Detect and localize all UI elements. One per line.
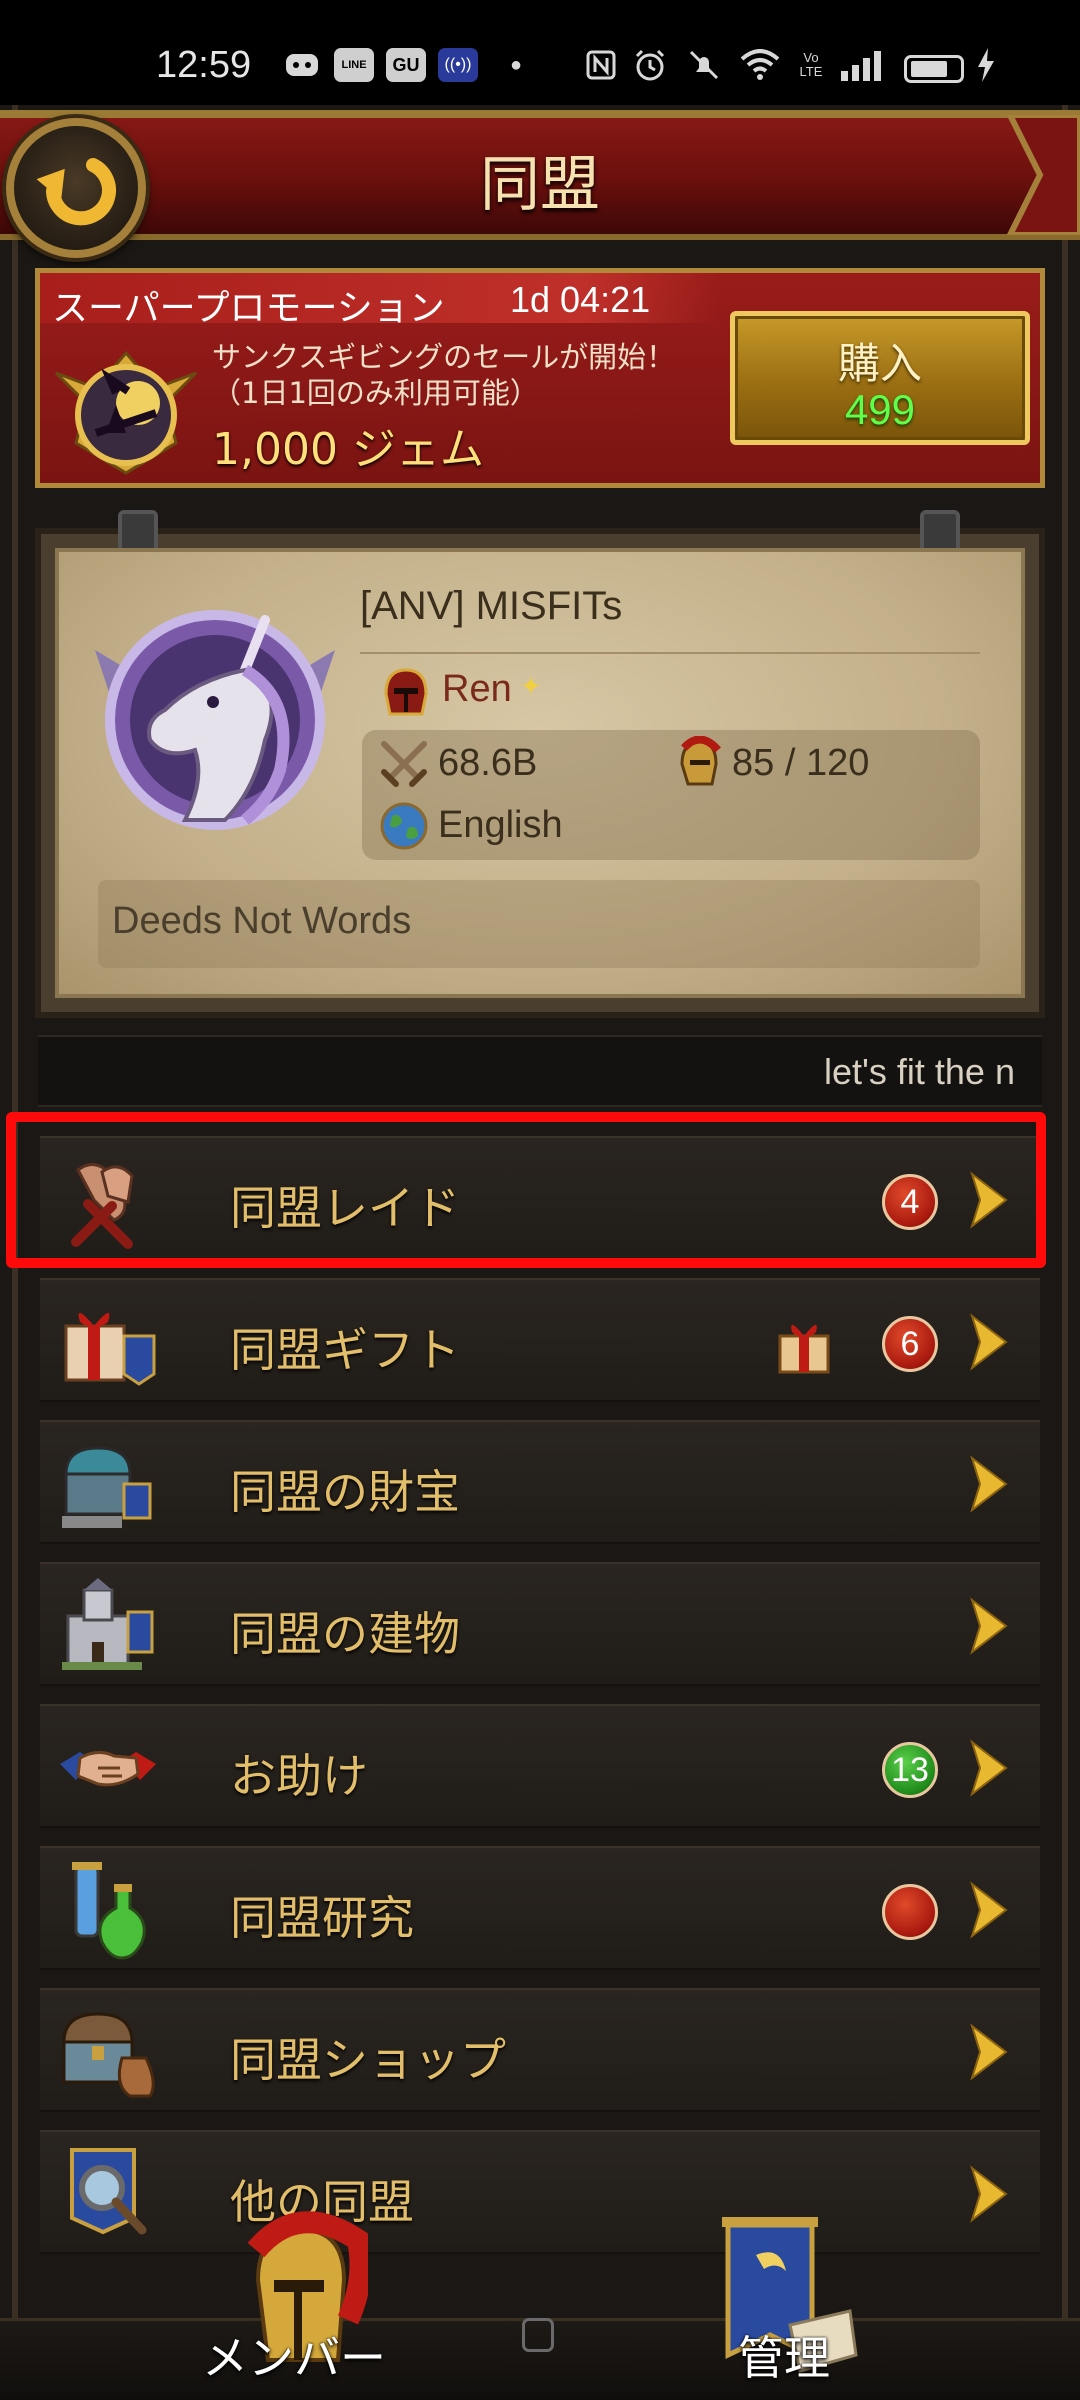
status-time: 12:59: [156, 44, 252, 86]
announcement-ticker[interactable]: let's fit the n: [38, 1035, 1042, 1107]
banner-magnifier-icon: [70, 2148, 147, 2235]
dot-icon: ●: [509, 53, 523, 76]
chevron-right-icon: [970, 1597, 1008, 1655]
highlight-box: [6, 1112, 1046, 1268]
menu-label: お助け: [230, 1749, 368, 1803]
promo-header: スーパープロモーション 1d 04:21: [40, 273, 720, 329]
status-bar: 12:59 LINE GU ((•)) ● Vo LTE: [0, 0, 1080, 105]
promo-description: サンクスギビングのセールが開始！（1日1回のみ利用可能）: [212, 340, 676, 410]
menu-item-alliance-gift[interactable]: 同盟ギフト 6: [40, 1278, 1040, 1402]
home-indicator[interactable]: [522, 2318, 554, 2352]
promo-timer: 1d 04:21: [510, 279, 651, 320]
alliance-members: 85 / 120: [732, 742, 870, 784]
notification-dot: [882, 1884, 938, 1940]
chevron-right-icon: [970, 1739, 1008, 1797]
promotion-banner[interactable]: スーパープロモーション 1d 04:21 サンクスギビングのセールが開始！（1日…: [35, 268, 1045, 488]
gift-box-icon: [64, 1312, 156, 1386]
volte-icon: Vo LTE: [799, 50, 823, 79]
notification-badge: 6: [882, 1316, 938, 1372]
members-tab[interactable]: メンバー: [202, 2322, 386, 2388]
menu-item-alliance-treasure[interactable]: 同盟の財宝: [40, 1420, 1040, 1544]
witch-emblem-icon: [54, 350, 198, 475]
title-flag-ornament: [1006, 115, 1080, 235]
shop-chest-icon: [62, 2012, 155, 2098]
alliance-name: [ANV] MISFITs: [360, 584, 623, 628]
alliance-motto: Deeds Not Words: [112, 900, 412, 942]
promo-gems: 1,000 ジェム: [212, 424, 484, 475]
battery-icon: [904, 55, 964, 83]
chevron-right-icon: [970, 2023, 1008, 2081]
wifi-icon: [740, 48, 780, 82]
potion-flask-icon: [72, 1862, 146, 1960]
gift-icon: [778, 1324, 830, 1374]
crossed-swords-icon: [381, 741, 427, 787]
nfc-icon: [584, 48, 618, 82]
leader-name[interactable]: Ren: [442, 668, 512, 711]
alliance-language: English: [438, 804, 563, 846]
manage-tab[interactable]: 管理: [738, 2322, 830, 2388]
menu-label: 同盟ギフト: [230, 1323, 460, 1377]
charging-icon: [974, 48, 998, 82]
leader-helmet-icon: [384, 668, 428, 716]
back-arrow-icon: [36, 158, 116, 226]
discord-icon: [284, 48, 320, 82]
signal-icon: [838, 48, 884, 82]
buy-button[interactable]: 購入 499: [730, 311, 1030, 445]
notification-badge: 13: [882, 1742, 938, 1798]
line-icon: LINE: [334, 48, 374, 82]
name-divider: [360, 652, 980, 654]
alliance-power: 68.6B: [438, 742, 538, 784]
castle-icon: [62, 1578, 154, 1670]
menu-item-alliance-shop[interactable]: 同盟ショップ: [40, 1988, 1040, 2112]
chevron-right-icon: [970, 1313, 1008, 1371]
treasure-chest-icon: [62, 1446, 152, 1528]
alarm-icon: [632, 48, 668, 82]
back-button[interactable]: [6, 118, 146, 258]
spartan-helmet-icon: [680, 736, 721, 786]
buy-price: 499: [844, 386, 916, 433]
mute-icon: [686, 48, 722, 82]
gu-icon: GU: [386, 48, 426, 82]
chevron-right-icon: [970, 1881, 1008, 1939]
chevron-right-icon: [970, 2165, 1008, 2223]
menu-item-alliance-research[interactable]: 同盟研究: [40, 1846, 1040, 1970]
sparkle-icon: ✦: [520, 672, 542, 702]
page-title: 同盟: [480, 150, 600, 220]
unicorn-crest-icon: [95, 610, 335, 830]
handshake-icon: [60, 1751, 156, 1787]
buy-label: 購入: [837, 339, 922, 388]
menu-item-help[interactable]: お助け 13: [40, 1704, 1040, 1828]
menu-label: 同盟ショップ: [230, 2033, 506, 2087]
title-bar: 同盟: [0, 110, 1080, 240]
ticker-text: let's fit the n: [824, 1051, 1015, 1092]
menu-item-alliance-buildings[interactable]: 同盟の建物: [40, 1562, 1040, 1686]
menu-label: 同盟の建物: [230, 1607, 460, 1661]
globe-icon: [380, 802, 428, 850]
menu-label: 同盟の財宝: [230, 1465, 460, 1519]
menu-label: 同盟研究: [230, 1891, 414, 1945]
menu-item-other-alliances[interactable]: 他の同盟: [40, 2130, 1040, 2254]
nfc-app-icon: ((•)): [438, 48, 478, 82]
promo-title: スーパープロモーション: [52, 288, 445, 329]
chevron-right-icon: [970, 1455, 1008, 1513]
